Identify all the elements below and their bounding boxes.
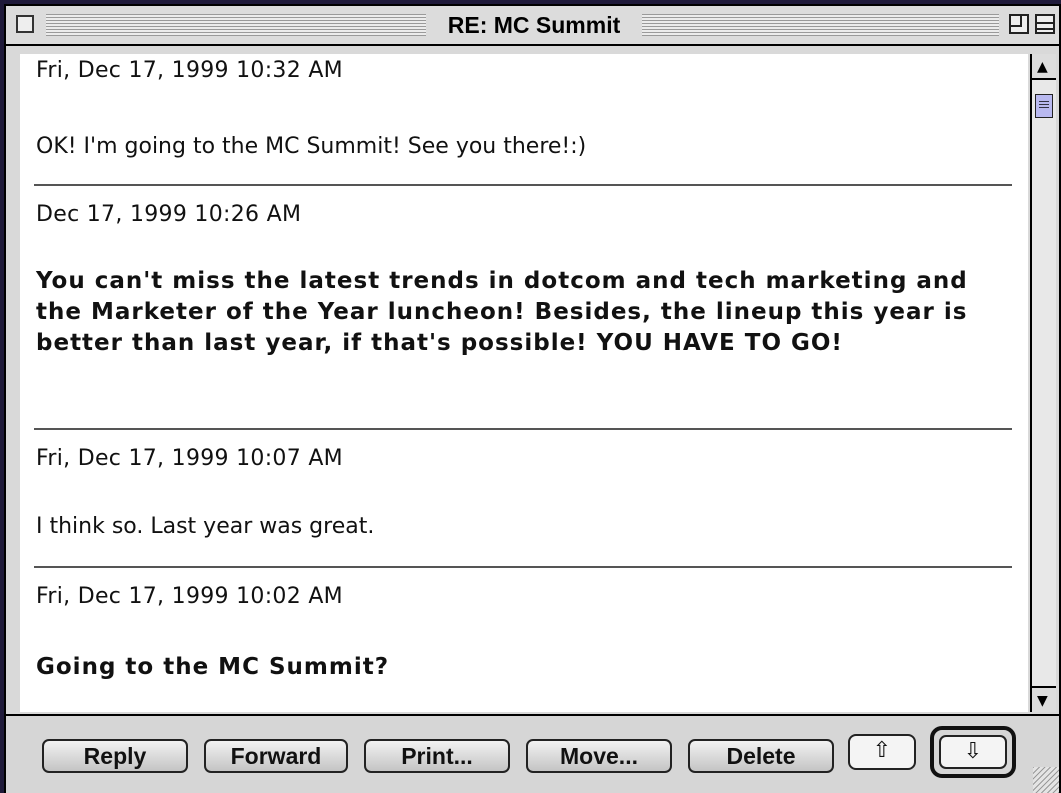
- collapse-box-icon[interactable]: [1035, 14, 1055, 34]
- scroll-down-button[interactable]: ▼: [1032, 686, 1056, 712]
- message-date: Fri, Dec 17, 1999 10:07 AM: [36, 446, 343, 471]
- message-divider: [34, 184, 1012, 186]
- up-arrow-icon: ⇧: [872, 738, 892, 763]
- next-message-button[interactable]: ⇩: [930, 726, 1016, 778]
- title-stripes-right: [642, 14, 999, 36]
- message-thread[interactable]: Fri, Dec 17, 1999 10:32 AM OK! I'm going…: [20, 54, 1028, 712]
- reply-button[interactable]: Reply: [42, 739, 188, 773]
- title-stripes-left: [46, 14, 429, 36]
- message-body: I think so. Last year was great.: [36, 514, 375, 539]
- down-arrow-icon: ▼: [1037, 693, 1048, 709]
- scroll-thumb[interactable]: [1035, 94, 1053, 118]
- message-date: Dec 17, 1999 10:26 AM: [36, 202, 302, 227]
- previous-message-button[interactable]: ⇧: [848, 734, 916, 770]
- resize-grip-icon[interactable]: [1033, 767, 1059, 793]
- zoom-box-icon[interactable]: [1009, 14, 1029, 34]
- title-bar[interactable]: RE: MC Summit: [6, 6, 1059, 46]
- message-date: Fri, Dec 17, 1999 10:32 AM: [36, 58, 343, 83]
- delete-button[interactable]: Delete: [688, 739, 834, 773]
- up-arrow-icon: ▲: [1037, 59, 1048, 75]
- close-box-icon[interactable]: [16, 15, 34, 33]
- move-button[interactable]: Move...: [526, 739, 672, 773]
- message-window: RE: MC Summit Fri, Dec 17, 1999 10:32 AM…: [4, 4, 1061, 793]
- message-divider: [34, 566, 1012, 568]
- message-divider: [34, 428, 1012, 430]
- scroll-up-button[interactable]: ▲: [1032, 54, 1056, 80]
- print-button[interactable]: Print...: [364, 739, 510, 773]
- action-toolbar: Reply Forward Print... Move... Delete ⇧ …: [6, 714, 1059, 793]
- message-body: Going to the MC Summit?: [36, 654, 390, 680]
- vertical-scrollbar[interactable]: ▲ ▼: [1030, 54, 1056, 712]
- window-title: RE: MC Summit: [426, 10, 642, 40]
- message-body: You can't miss the latest trends in dotc…: [36, 268, 968, 356]
- next-message-button-face: ⇩: [939, 735, 1007, 769]
- message-date: Fri, Dec 17, 1999 10:02 AM: [36, 584, 343, 609]
- message-body: OK! I'm going to the MC Summit! See you …: [36, 134, 587, 159]
- down-arrow-icon: ⇩: [963, 739, 983, 764]
- forward-button[interactable]: Forward: [204, 739, 348, 773]
